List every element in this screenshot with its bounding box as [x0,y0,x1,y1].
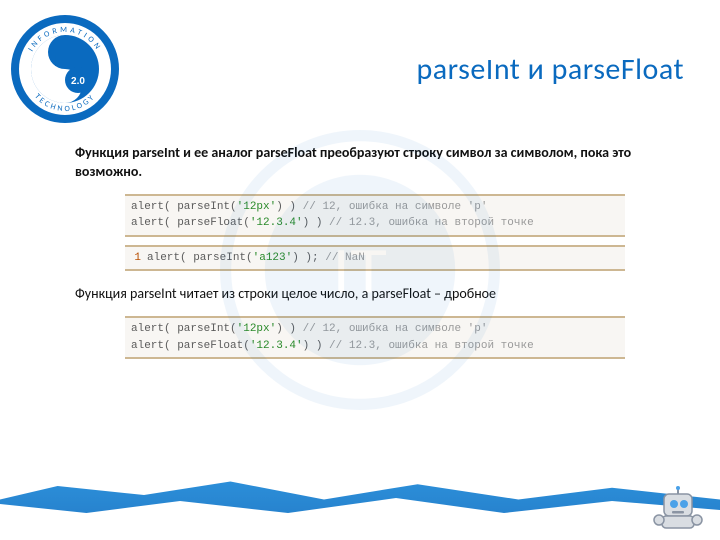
code-block-3: alert( parseInt('12px') ) // 12, ошибка … [125,316,625,359]
svg-text:IT: IT [54,53,68,70]
paragraph-intro: Функция parseInt и ее аналог parseFloat … [75,144,665,182]
paragraph-explain: Функция parseInt читает из строки целое … [75,285,665,304]
code-block-2: 1alert( parseInt('a123') ); // NaN [125,245,625,272]
code-block-1: alert( parseInt('12px') ) // 12, ошибка … [125,194,625,237]
it-logo: INFORMATION TECHNOLOGY IT 2.0 [10,14,120,124]
slide-title: parseInt и parseFloat [120,51,684,88]
slide-body: Функция parseInt и ее аналог parseFloat … [0,134,720,359]
robot-icon [650,486,706,532]
svg-text:2.0: 2.0 [71,76,85,87]
slide-header: INFORMATION TECHNOLOGY IT 2.0 parseInt и… [0,0,720,134]
